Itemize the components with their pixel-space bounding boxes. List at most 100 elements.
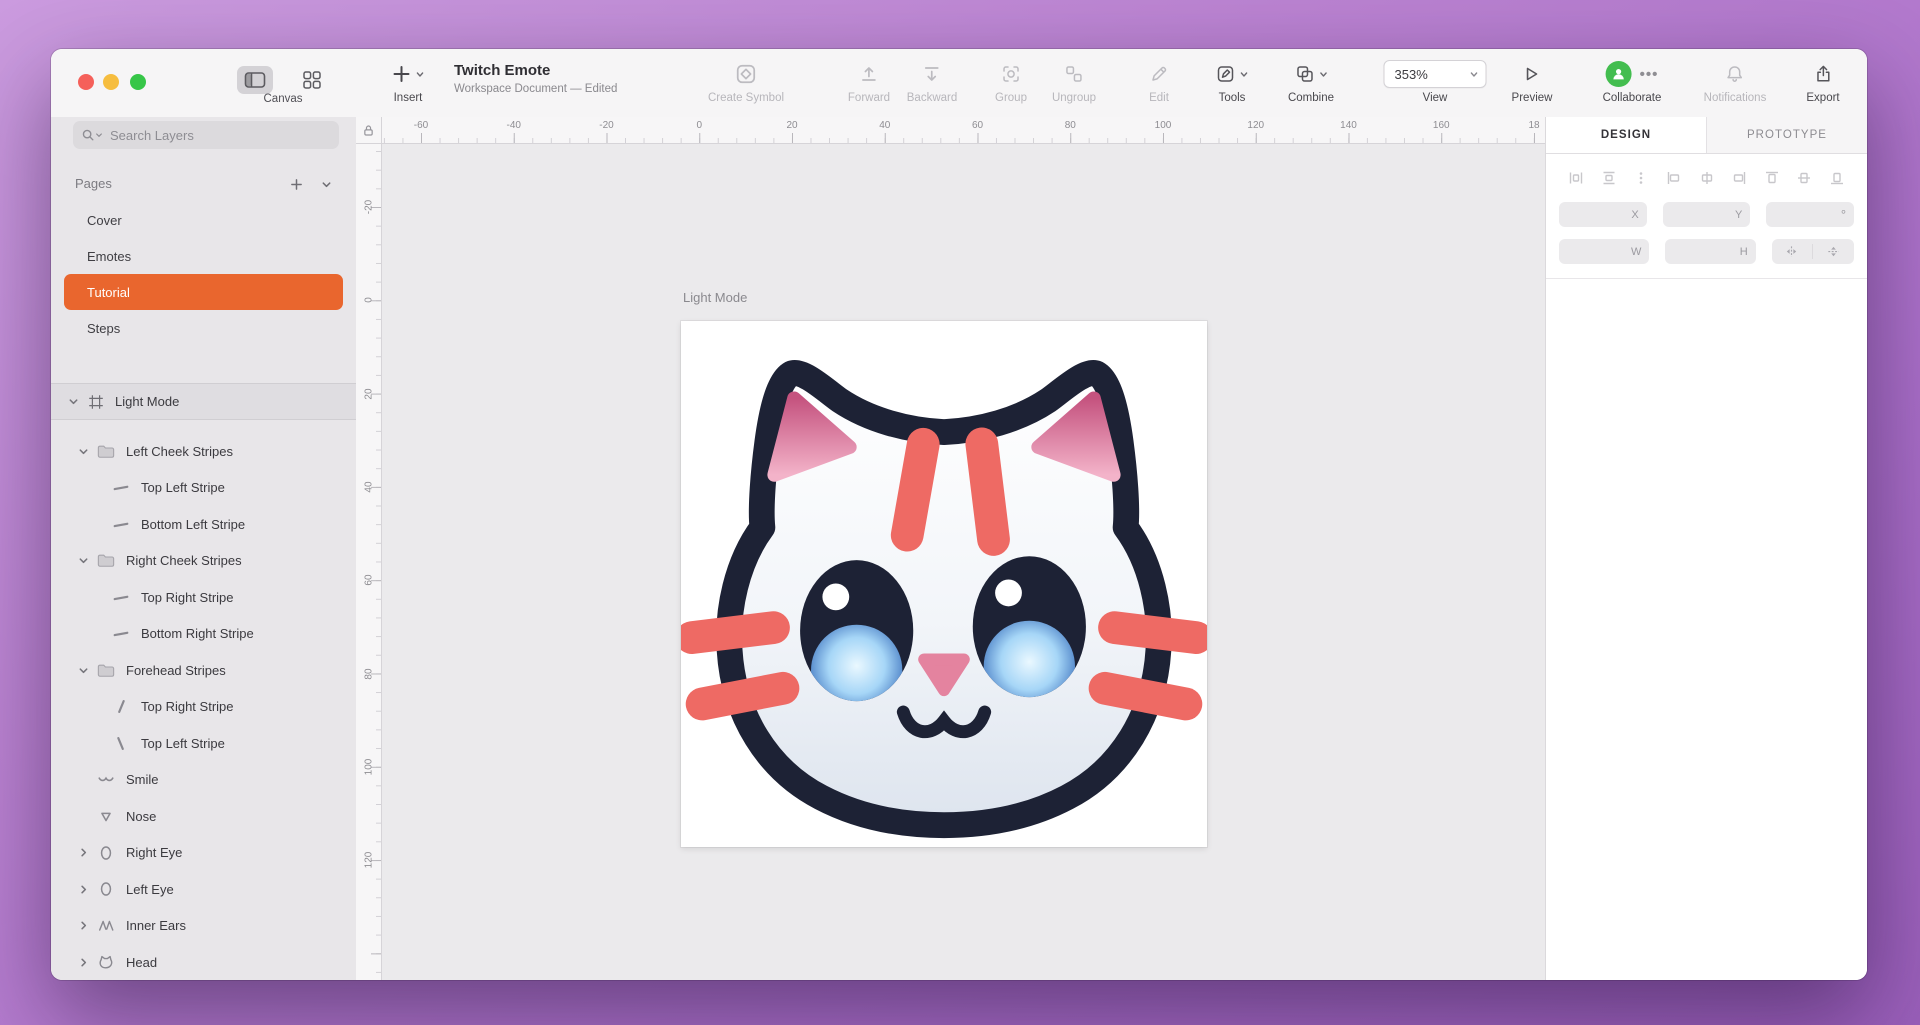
artboard-light-mode[interactable] bbox=[681, 321, 1207, 847]
group-button[interactable]: Group bbox=[995, 59, 1027, 104]
layer-row[interactable]: Smile bbox=[51, 762, 356, 799]
layer-row[interactable]: Bottom Right Stripe bbox=[51, 616, 356, 653]
vertical-ruler[interactable]: -20020406080100120 bbox=[356, 144, 382, 980]
stripe-h-icon bbox=[108, 480, 134, 495]
insert-button[interactable]: Insert bbox=[392, 59, 425, 104]
chevron-right-icon[interactable] bbox=[73, 847, 93, 858]
collapse-pages-chevron-icon[interactable] bbox=[315, 173, 337, 195]
preview-button[interactable]: Preview bbox=[1512, 59, 1553, 104]
rotation-field[interactable]: ° bbox=[1766, 202, 1854, 227]
flip-horizontal-button[interactable] bbox=[1772, 244, 1813, 259]
layer-row[interactable]: Top Left Stripe bbox=[51, 725, 356, 762]
collaborate-button[interactable]: ••• Collaborate bbox=[1603, 59, 1662, 104]
align-middle-vertical-icon[interactable] bbox=[1796, 170, 1812, 186]
ruler-v-label: -20 bbox=[363, 200, 374, 214]
layer-row[interactable]: Top Right Stripe bbox=[51, 689, 356, 726]
layer-row[interactable]: Nose bbox=[51, 798, 356, 835]
chevron-down-icon[interactable] bbox=[73, 446, 93, 457]
x-position-field[interactable]: X bbox=[1559, 202, 1647, 227]
inspector-divider bbox=[1546, 278, 1867, 279]
layer-row[interactable]: Top Left Stripe bbox=[51, 470, 356, 507]
tools-label: Tools bbox=[1219, 92, 1246, 104]
distribute-horizontal-icon[interactable] bbox=[1568, 170, 1584, 186]
page-label: Emotes bbox=[87, 249, 131, 264]
artboard-canvas-label[interactable]: Light Mode bbox=[683, 290, 747, 305]
combine-button[interactable]: Combine bbox=[1288, 59, 1334, 104]
layer-row[interactable]: Right Eye bbox=[51, 835, 356, 872]
layer-row[interactable]: Right Cheek Stripes bbox=[51, 543, 356, 580]
align-right-icon[interactable] bbox=[1731, 170, 1747, 186]
export-button[interactable]: Export bbox=[1806, 59, 1839, 104]
create-symbol-button[interactable]: Create Symbol bbox=[708, 59, 784, 104]
layers-sidebar: Pages CoverEmotesTutorialSteps Light Mod… bbox=[51, 117, 357, 980]
forward-button[interactable]: Forward bbox=[848, 59, 890, 104]
width-field[interactable]: W bbox=[1559, 239, 1649, 264]
chevron-down-icon[interactable] bbox=[63, 396, 83, 407]
ungroup-label: Ungroup bbox=[1052, 92, 1096, 104]
ungroup-button[interactable]: Ungroup bbox=[1052, 59, 1096, 104]
align-center-horizontal-icon[interactable] bbox=[1699, 170, 1715, 186]
window-zoom-button[interactable] bbox=[130, 74, 146, 90]
distribute-vertical-icon[interactable] bbox=[1601, 170, 1617, 186]
search-scope-chevron-icon[interactable] bbox=[95, 131, 103, 139]
position-fields-row: X Y ° bbox=[1546, 190, 1867, 227]
tab-design[interactable]: DESIGN bbox=[1546, 117, 1706, 153]
layer-row[interactable]: Head bbox=[51, 944, 356, 980]
create-symbol-icon bbox=[735, 59, 757, 89]
layer-label: Forehead Stripes bbox=[126, 663, 226, 678]
align-bottom-icon[interactable] bbox=[1829, 170, 1845, 186]
add-page-button[interactable] bbox=[285, 173, 307, 195]
right-eye-highlight bbox=[995, 580, 1022, 607]
window-minimize-button[interactable] bbox=[103, 74, 119, 90]
canvas-viewport[interactable]: Light Mode bbox=[382, 144, 1545, 980]
height-field[interactable]: H bbox=[1665, 239, 1755, 264]
align-top-icon[interactable] bbox=[1764, 170, 1780, 186]
edit-button[interactable]: Edit bbox=[1149, 59, 1169, 104]
chevron-right-icon[interactable] bbox=[73, 884, 93, 895]
layer-row[interactable]: Left Cheek Stripes bbox=[51, 433, 356, 470]
layer-row[interactable]: Top Right Stripe bbox=[51, 579, 356, 616]
collaborate-overflow-icon[interactable]: ••• bbox=[1640, 66, 1659, 83]
layer-label: Top Right Stripe bbox=[141, 699, 234, 714]
canvas-view-toggle[interactable] bbox=[237, 66, 273, 94]
forward-icon bbox=[859, 59, 879, 89]
components-view-toggle[interactable] bbox=[294, 66, 330, 94]
flip-vertical-button[interactable] bbox=[1812, 244, 1854, 259]
tab-prototype[interactable]: PROTOTYPE bbox=[1706, 117, 1867, 153]
tools-icon bbox=[1216, 59, 1249, 89]
layer-row[interactable]: Bottom Left Stripe bbox=[51, 506, 356, 543]
notifications-button[interactable]: Notifications bbox=[1704, 59, 1767, 104]
layer-row[interactable]: Forehead Stripes bbox=[51, 652, 356, 689]
tidy-icon[interactable] bbox=[1633, 170, 1649, 186]
artboard-row-light-mode[interactable]: Light Mode bbox=[51, 383, 356, 420]
page-item-tutorial[interactable]: Tutorial bbox=[64, 274, 343, 310]
width-field-label: W bbox=[1631, 246, 1641, 258]
backward-button[interactable]: Backward bbox=[907, 59, 958, 104]
search-field[interactable] bbox=[73, 121, 339, 149]
chevron-down-icon[interactable] bbox=[73, 555, 93, 566]
document-title: Twitch Emote bbox=[454, 62, 550, 80]
window-close-button[interactable] bbox=[78, 74, 94, 90]
y-position-field[interactable]: Y bbox=[1663, 202, 1751, 227]
folder-icon bbox=[93, 663, 119, 678]
layer-row[interactable]: Inner Ears bbox=[51, 908, 356, 945]
tools-button[interactable]: Tools bbox=[1216, 59, 1249, 104]
chevron-right-icon[interactable] bbox=[73, 920, 93, 931]
align-left-icon[interactable] bbox=[1666, 170, 1682, 186]
layer-label: Inner Ears bbox=[126, 918, 186, 933]
search-input[interactable] bbox=[108, 127, 331, 144]
page-item-emotes[interactable]: Emotes bbox=[64, 238, 343, 274]
document-subtitle: Workspace Document — Edited bbox=[454, 83, 617, 95]
page-item-cover[interactable]: Cover bbox=[64, 202, 343, 238]
lock-icon[interactable] bbox=[362, 124, 375, 137]
zoom-dropdown[interactable]: 353% bbox=[1384, 60, 1487, 88]
chevron-down-icon[interactable] bbox=[73, 665, 93, 676]
inner-ears-icon bbox=[93, 918, 119, 933]
layer-row[interactable]: Left Eye bbox=[51, 871, 356, 908]
collaborator-avatar[interactable] bbox=[1606, 61, 1632, 87]
page-item-steps[interactable]: Steps bbox=[64, 310, 343, 346]
ruler-h-label: 140 bbox=[1340, 120, 1357, 131]
horizontal-ruler[interactable]: -60-40-2002040608010012014016018 bbox=[382, 117, 1545, 144]
ruler-corner bbox=[356, 117, 382, 144]
chevron-right-icon[interactable] bbox=[73, 957, 93, 968]
